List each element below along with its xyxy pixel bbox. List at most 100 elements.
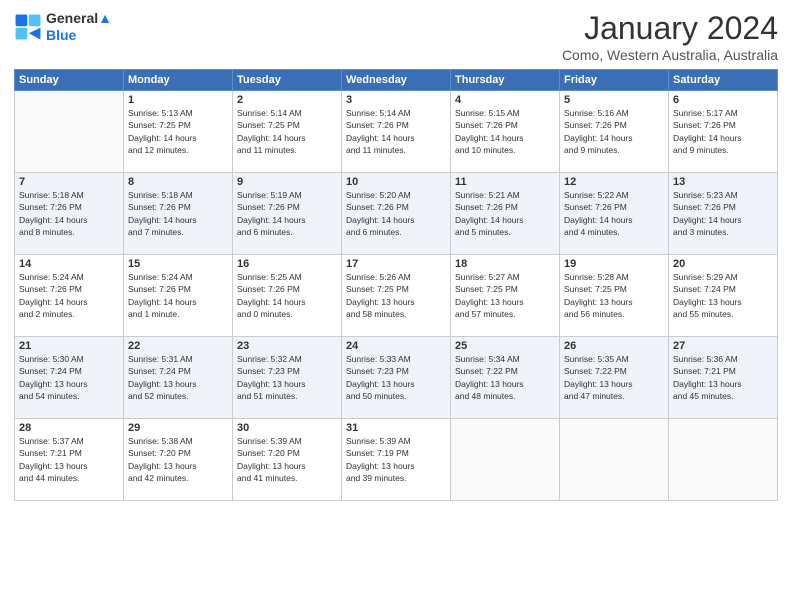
day-number: 21 (19, 340, 119, 352)
day-info: Sunrise: 5:24 AMSunset: 7:26 PMDaylight:… (128, 271, 228, 320)
day-number: 20 (673, 258, 773, 270)
day-cell: 15Sunrise: 5:24 AMSunset: 7:26 PMDayligh… (124, 255, 233, 337)
week-row-0: 1Sunrise: 5:13 AMSunset: 7:25 PMDaylight… (15, 91, 778, 173)
day-info: Sunrise: 5:18 AMSunset: 7:26 PMDaylight:… (19, 189, 119, 238)
day-info: Sunrise: 5:25 AMSunset: 7:26 PMDaylight:… (237, 271, 337, 320)
header: General▲ Blue January 2024 Como, Western… (14, 10, 778, 63)
day-number: 31 (346, 422, 446, 434)
day-cell: 18Sunrise: 5:27 AMSunset: 7:25 PMDayligh… (451, 255, 560, 337)
day-number: 16 (237, 258, 337, 270)
day-cell: 12Sunrise: 5:22 AMSunset: 7:26 PMDayligh… (560, 173, 669, 255)
day-number: 13 (673, 176, 773, 188)
day-cell: 5Sunrise: 5:16 AMSunset: 7:26 PMDaylight… (560, 91, 669, 173)
day-info: Sunrise: 5:32 AMSunset: 7:23 PMDaylight:… (237, 353, 337, 402)
day-cell: 30Sunrise: 5:39 AMSunset: 7:20 PMDayligh… (233, 419, 342, 501)
day-cell: 19Sunrise: 5:28 AMSunset: 7:25 PMDayligh… (560, 255, 669, 337)
logo: General▲ Blue (14, 10, 112, 44)
day-cell: 10Sunrise: 5:20 AMSunset: 7:26 PMDayligh… (342, 173, 451, 255)
day-info: Sunrise: 5:20 AMSunset: 7:26 PMDaylight:… (346, 189, 446, 238)
header-monday: Monday (124, 70, 233, 91)
day-number: 10 (346, 176, 446, 188)
day-number: 22 (128, 340, 228, 352)
day-info: Sunrise: 5:13 AMSunset: 7:25 PMDaylight:… (128, 107, 228, 156)
day-info: Sunrise: 5:39 AMSunset: 7:19 PMDaylight:… (346, 435, 446, 484)
week-row-3: 21Sunrise: 5:30 AMSunset: 7:24 PMDayligh… (15, 337, 778, 419)
day-number: 24 (346, 340, 446, 352)
day-number: 26 (564, 340, 664, 352)
day-cell: 31Sunrise: 5:39 AMSunset: 7:19 PMDayligh… (342, 419, 451, 501)
day-cell: 13Sunrise: 5:23 AMSunset: 7:26 PMDayligh… (669, 173, 778, 255)
day-info: Sunrise: 5:27 AMSunset: 7:25 PMDaylight:… (455, 271, 555, 320)
day-cell: 16Sunrise: 5:25 AMSunset: 7:26 PMDayligh… (233, 255, 342, 337)
calendar-subtitle: Como, Western Australia, Australia (562, 47, 778, 63)
header-row: SundayMondayTuesdayWednesdayThursdayFrid… (15, 70, 778, 91)
day-number: 14 (19, 258, 119, 270)
day-info: Sunrise: 5:36 AMSunset: 7:21 PMDaylight:… (673, 353, 773, 402)
day-info: Sunrise: 5:34 AMSunset: 7:22 PMDaylight:… (455, 353, 555, 402)
day-number: 8 (128, 176, 228, 188)
day-cell: 24Sunrise: 5:33 AMSunset: 7:23 PMDayligh… (342, 337, 451, 419)
day-cell (15, 91, 124, 173)
day-info: Sunrise: 5:23 AMSunset: 7:26 PMDaylight:… (673, 189, 773, 238)
day-cell: 21Sunrise: 5:30 AMSunset: 7:24 PMDayligh… (15, 337, 124, 419)
day-cell: 7Sunrise: 5:18 AMSunset: 7:26 PMDaylight… (15, 173, 124, 255)
day-number: 7 (19, 176, 119, 188)
calendar-title: January 2024 (562, 10, 778, 47)
day-number: 28 (19, 422, 119, 434)
day-cell: 6Sunrise: 5:17 AMSunset: 7:26 PMDaylight… (669, 91, 778, 173)
day-cell: 25Sunrise: 5:34 AMSunset: 7:22 PMDayligh… (451, 337, 560, 419)
day-cell: 23Sunrise: 5:32 AMSunset: 7:23 PMDayligh… (233, 337, 342, 419)
day-number: 27 (673, 340, 773, 352)
header-friday: Friday (560, 70, 669, 91)
day-info: Sunrise: 5:28 AMSunset: 7:25 PMDaylight:… (564, 271, 664, 320)
week-row-1: 7Sunrise: 5:18 AMSunset: 7:26 PMDaylight… (15, 173, 778, 255)
day-number: 15 (128, 258, 228, 270)
day-cell: 9Sunrise: 5:19 AMSunset: 7:26 PMDaylight… (233, 173, 342, 255)
day-number: 2 (237, 94, 337, 106)
day-info: Sunrise: 5:15 AMSunset: 7:26 PMDaylight:… (455, 107, 555, 156)
day-cell: 22Sunrise: 5:31 AMSunset: 7:24 PMDayligh… (124, 337, 233, 419)
logo-text: General▲ Blue (46, 10, 112, 44)
day-info: Sunrise: 5:19 AMSunset: 7:26 PMDaylight:… (237, 189, 337, 238)
logo-blue-text: Blue (46, 27, 112, 44)
day-cell (451, 419, 560, 501)
day-number: 23 (237, 340, 337, 352)
day-info: Sunrise: 5:35 AMSunset: 7:22 PMDaylight:… (564, 353, 664, 402)
day-info: Sunrise: 5:37 AMSunset: 7:21 PMDaylight:… (19, 435, 119, 484)
day-number: 6 (673, 94, 773, 106)
day-cell: 17Sunrise: 5:26 AMSunset: 7:25 PMDayligh… (342, 255, 451, 337)
day-number: 18 (455, 258, 555, 270)
day-info: Sunrise: 5:16 AMSunset: 7:26 PMDaylight:… (564, 107, 664, 156)
day-info: Sunrise: 5:38 AMSunset: 7:20 PMDaylight:… (128, 435, 228, 484)
day-number: 11 (455, 176, 555, 188)
day-cell (669, 419, 778, 501)
day-number: 30 (237, 422, 337, 434)
day-number: 12 (564, 176, 664, 188)
day-info: Sunrise: 5:24 AMSunset: 7:26 PMDaylight:… (19, 271, 119, 320)
header-saturday: Saturday (669, 70, 778, 91)
day-info: Sunrise: 5:14 AMSunset: 7:26 PMDaylight:… (346, 107, 446, 156)
day-cell: 29Sunrise: 5:38 AMSunset: 7:20 PMDayligh… (124, 419, 233, 501)
week-row-2: 14Sunrise: 5:24 AMSunset: 7:26 PMDayligh… (15, 255, 778, 337)
header-sunday: Sunday (15, 70, 124, 91)
day-info: Sunrise: 5:33 AMSunset: 7:23 PMDaylight:… (346, 353, 446, 402)
header-thursday: Thursday (451, 70, 560, 91)
day-cell: 3Sunrise: 5:14 AMSunset: 7:26 PMDaylight… (342, 91, 451, 173)
day-info: Sunrise: 5:18 AMSunset: 7:26 PMDaylight:… (128, 189, 228, 238)
day-cell: 4Sunrise: 5:15 AMSunset: 7:26 PMDaylight… (451, 91, 560, 173)
day-info: Sunrise: 5:29 AMSunset: 7:24 PMDaylight:… (673, 271, 773, 320)
day-number: 1 (128, 94, 228, 106)
day-cell: 28Sunrise: 5:37 AMSunset: 7:21 PMDayligh… (15, 419, 124, 501)
day-number: 4 (455, 94, 555, 106)
day-number: 3 (346, 94, 446, 106)
day-cell: 8Sunrise: 5:18 AMSunset: 7:26 PMDaylight… (124, 173, 233, 255)
calendar-table: SundayMondayTuesdayWednesdayThursdayFrid… (14, 69, 778, 501)
week-row-4: 28Sunrise: 5:37 AMSunset: 7:21 PMDayligh… (15, 419, 778, 501)
day-number: 17 (346, 258, 446, 270)
day-number: 9 (237, 176, 337, 188)
day-number: 25 (455, 340, 555, 352)
day-number: 5 (564, 94, 664, 106)
logo-general: General (46, 10, 98, 26)
day-info: Sunrise: 5:22 AMSunset: 7:26 PMDaylight:… (564, 189, 664, 238)
day-cell: 2Sunrise: 5:14 AMSunset: 7:25 PMDaylight… (233, 91, 342, 173)
